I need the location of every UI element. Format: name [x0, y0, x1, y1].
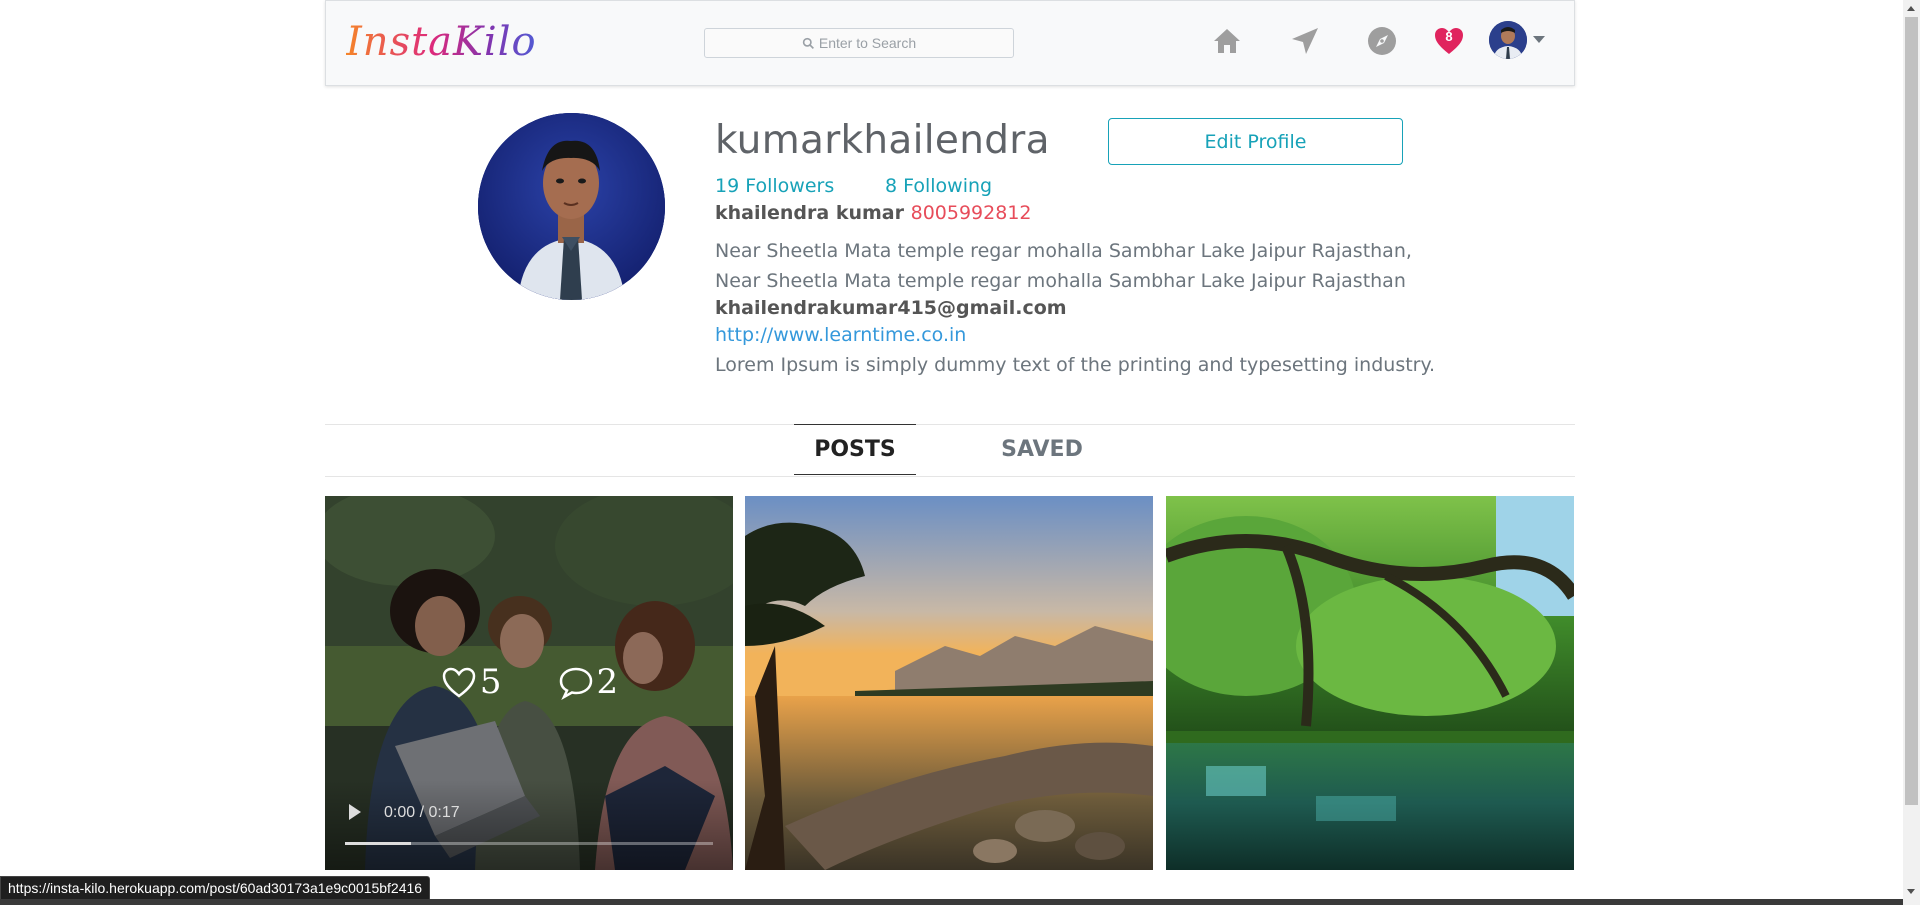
- post-comments: 2: [557, 662, 619, 702]
- comments-count: 2: [596, 662, 619, 702]
- explore-icon[interactable]: [1364, 23, 1400, 59]
- page-scrollbar[interactable]: [1903, 0, 1920, 905]
- video-progress-fill: [345, 842, 412, 845]
- notification-count: 8: [1445, 29, 1453, 44]
- search-placeholder: Enter to Search: [818, 35, 917, 51]
- scroll-up-arrow-icon[interactable]: [1907, 6, 1915, 11]
- address-line-2: Near Sheetla Mata temple regar mohalla S…: [715, 270, 1406, 292]
- followers-link[interactable]: 19 Followers: [715, 175, 834, 197]
- more-options-icon[interactable]: [695, 733, 733, 823]
- edit-profile-button[interactable]: Edit Profile: [1108, 118, 1403, 165]
- play-icon[interactable]: [349, 804, 361, 820]
- video-progress-bar[interactable]: [345, 842, 713, 845]
- tabs-divider-top: [325, 424, 1575, 425]
- heart-outline-icon: [442, 667, 476, 698]
- chevron-down-icon[interactable]: [1533, 36, 1545, 43]
- profile-avatar[interactable]: [1489, 21, 1527, 59]
- tab-saved[interactable]: SAVED: [980, 424, 1104, 475]
- profile-full-name-line: khailendra kumar 8005992812: [715, 202, 1032, 224]
- post-stats-overlay: 5 2: [325, 662, 733, 702]
- top-navbar: InstaKilo Enter to Search 8: [325, 0, 1575, 86]
- notifications-heart-icon[interactable]: 8: [1431, 23, 1467, 59]
- profile-photo: [478, 113, 665, 300]
- profile-bio: Lorem Ipsum is simply dummy text of the …: [715, 354, 1436, 376]
- phone-number: 8005992812: [910, 202, 1032, 224]
- search-input[interactable]: Enter to Search: [704, 28, 1014, 58]
- likes-count: 5: [479, 662, 502, 702]
- address-line-1: Near Sheetla Mata temple regar mohalla S…: [715, 240, 1412, 262]
- comment-icon: [559, 667, 592, 700]
- search-icon: [802, 37, 814, 49]
- following-link[interactable]: 8 Following: [885, 175, 992, 197]
- profile-email: khailendrakumar415@gmail.com: [715, 297, 1067, 319]
- post-image[interactable]: [1166, 496, 1574, 870]
- status-bar-url: https://insta-kilo.herokuapp.com/post/60…: [0, 876, 431, 900]
- post-image[interactable]: [745, 496, 1153, 870]
- post-likes: 5: [440, 662, 502, 702]
- video-controls: 0:00 / 0:17: [325, 780, 733, 870]
- tab-posts[interactable]: POSTS: [794, 424, 916, 475]
- full-name: khailendra kumar: [715, 202, 904, 224]
- app-logo[interactable]: InstaKilo: [346, 19, 537, 65]
- send-icon[interactable]: [1287, 23, 1323, 59]
- scroll-down-arrow-icon[interactable]: [1907, 889, 1915, 894]
- tabs-divider-bottom: [325, 476, 1575, 477]
- taskbar-strip: [0, 899, 1903, 905]
- post-video[interactable]: 5 2 0:00 / 0:17: [325, 496, 733, 870]
- profile-username: kumarkhailendra: [715, 118, 1050, 163]
- profile-website-link[interactable]: http://www.learntime.co.in: [715, 324, 966, 346]
- video-time: 0:00 / 0:17: [384, 804, 460, 821]
- scrollbar-thumb[interactable]: [1905, 17, 1918, 805]
- home-icon[interactable]: [1209, 23, 1245, 59]
